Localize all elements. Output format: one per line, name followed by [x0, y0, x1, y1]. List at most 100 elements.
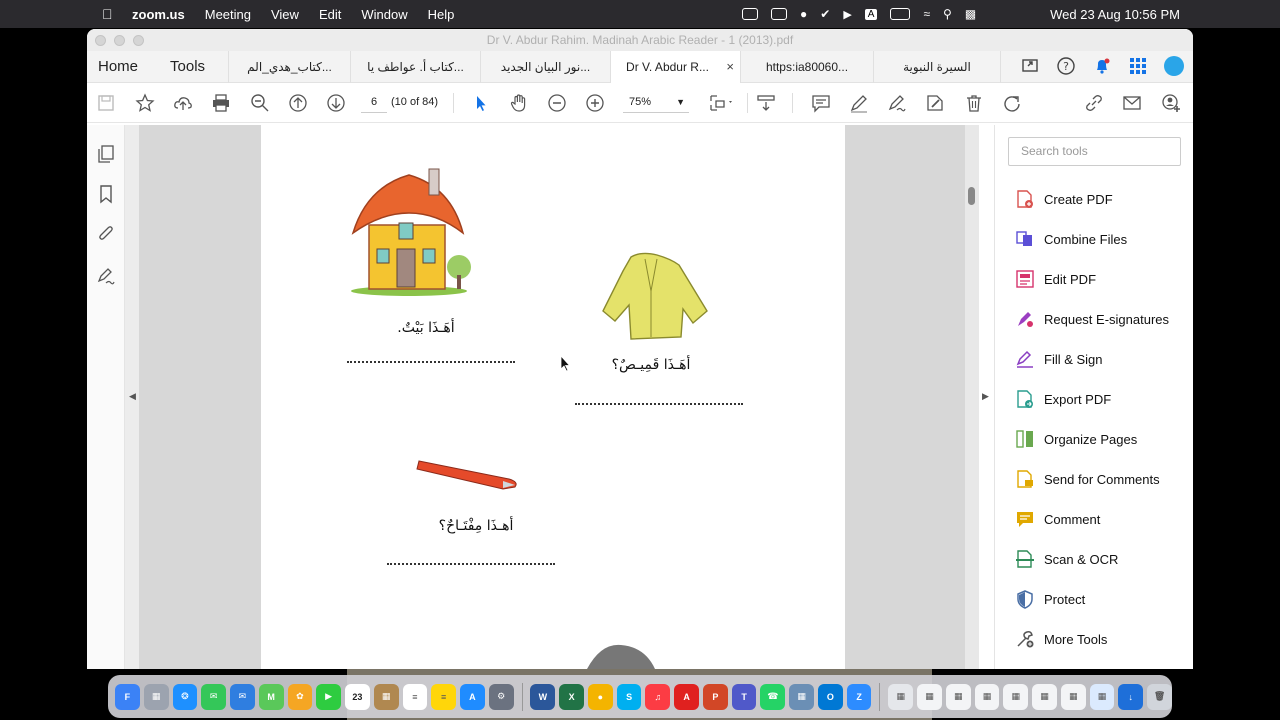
control-center-icon[interactable]: ▩ [965, 7, 976, 21]
hand-tool-icon[interactable] [508, 92, 530, 114]
tool-send-for-comments[interactable]: Send for Comments [1015, 469, 1160, 489]
minimized-window-7[interactable]: ▦ [1060, 683, 1086, 710]
downloads-icon[interactable]: ↓ [1118, 683, 1144, 710]
battery-icon[interactable] [890, 8, 911, 20]
messages-icon[interactable]: ✉ [201, 683, 226, 710]
tool-organize-pages[interactable]: Organize Pages [1015, 429, 1137, 449]
bookmarks-icon[interactable] [95, 183, 117, 205]
tool-scan-ocr[interactable]: Scan & OCR [1015, 549, 1118, 569]
draw-sign-icon[interactable] [886, 92, 908, 114]
facetime-icon[interactable]: ▶ [316, 683, 341, 710]
document-tab-active[interactable]: Dr V. Abdur R... × [610, 50, 740, 83]
app-store-icon[interactable]: A [460, 683, 485, 710]
edit-text-icon[interactable] [924, 92, 946, 114]
maps-icon[interactable]: M [258, 683, 284, 710]
zoom-level-select[interactable]: 75% ▼ [623, 91, 689, 113]
minimized-window-8[interactable]: ▦ [1089, 683, 1115, 710]
avatar[interactable] [1163, 55, 1185, 77]
add-user-icon[interactable] [1160, 92, 1182, 114]
safari-icon[interactable]: ❂ [172, 683, 198, 710]
tool-more-tools[interactable]: More Tools [1015, 629, 1107, 649]
menu-view[interactable]: View [271, 7, 299, 22]
tool-export-pdf[interactable]: Export PDF [1015, 389, 1111, 409]
document-tab-2[interactable]: كتاب أ. عواطف يا... [350, 50, 480, 83]
wifi-signal-icon[interactable]: ≈ [923, 7, 930, 21]
check-icon[interactable]: ✔ [820, 7, 830, 21]
calendar-icon[interactable]: 23 [345, 683, 370, 710]
print-icon[interactable] [210, 92, 232, 114]
finder-icon[interactable]: F [115, 683, 140, 710]
menu-meeting[interactable]: Meeting [205, 7, 251, 22]
notes-icon[interactable]: ≡ [431, 683, 456, 710]
minimized-window-5[interactable]: ▦ [1003, 683, 1029, 710]
skype-icon[interactable]: S [616, 683, 642, 710]
wifi-icon[interactable]: ● [800, 7, 807, 21]
zoom-out-icon[interactable] [546, 92, 568, 114]
powerpoint-icon[interactable]: P [702, 683, 728, 710]
pdf-page[interactable]: أهَـذَا بَيْتٌ. أهَـذَا قَمِيـصٌ؟ أهـذَا… [261, 125, 845, 669]
scroll-mode-icon[interactable] [755, 92, 777, 114]
previous-page-icon[interactable] [287, 92, 309, 114]
collapse-right-pane-icon[interactable]: ▶ [982, 391, 989, 402]
tool-combine-files[interactable]: Combine Files [1015, 229, 1127, 249]
page-number-input[interactable]: 6 [361, 91, 387, 113]
trash-icon[interactable]: 🗑 [1147, 683, 1172, 710]
apps-grid-icon[interactable] [1127, 55, 1149, 77]
acrobat-icon[interactable]: A [674, 683, 699, 710]
tool-fill-sign[interactable]: Fill & Sign [1015, 349, 1103, 369]
menubar-clock[interactable]: Wed 23 Aug 10:56 PM [1050, 7, 1180, 22]
launchpad-icon[interactable]: ▦ [143, 683, 169, 710]
tool-protect[interactable]: Protect [1015, 589, 1085, 609]
next-page-icon[interactable] [325, 92, 347, 114]
fit-page-icon[interactable] [707, 92, 737, 114]
email-icon[interactable] [1121, 92, 1143, 114]
minimized-window-1[interactable]: ▦ [888, 683, 914, 710]
excel-icon[interactable]: X [559, 683, 584, 710]
pages-thumbnail-icon[interactable] [95, 143, 117, 165]
status-icon[interactable] [742, 8, 758, 20]
tool-comment[interactable]: Comment [1015, 509, 1100, 529]
teams-icon[interactable]: T [731, 683, 757, 710]
save-icon[interactable] [95, 92, 117, 114]
whatsapp-icon[interactable]: ☎ [760, 683, 786, 710]
notifications-bell-icon[interactable] [1091, 55, 1113, 77]
bookmark-star-icon[interactable] [134, 92, 156, 114]
document-tab-6[interactable]: السيرة النبوية [873, 50, 1001, 83]
chrome-icon[interactable]: ● [587, 683, 613, 710]
tool-request-esignatures[interactable]: Request E-signatures [1015, 309, 1169, 329]
tools-tab[interactable]: Tools [159, 58, 216, 75]
help-icon[interactable]: ? [1055, 55, 1077, 77]
menu-app-name[interactable]: zoom.us [132, 7, 185, 22]
minimized-window-3[interactable]: ▦ [945, 683, 971, 710]
zoom-icon[interactable]: Z [846, 683, 872, 710]
zoom-out-magnifier-icon[interactable] [249, 92, 271, 114]
minimized-window-6[interactable]: ▦ [1032, 683, 1057, 710]
mail-icon[interactable]: ✉ [230, 683, 255, 710]
highlight-pen-icon[interactable] [848, 92, 870, 114]
outlook-icon[interactable]: O [817, 683, 843, 710]
attachments-paperclip-icon[interactable] [95, 223, 117, 245]
minimized-window-4[interactable]: ▦ [974, 683, 1000, 710]
preview-icon[interactable]: ▦ [789, 683, 814, 710]
close-tab-icon[interactable]: × [726, 59, 734, 74]
music-icon[interactable]: ♫ [645, 683, 671, 710]
input-source-icon[interactable]: A [864, 8, 878, 20]
word-icon[interactable]: W [530, 683, 556, 710]
collapse-left-pane-icon[interactable]: ◀ [129, 391, 136, 402]
spotlight-icon[interactable]: ⚲ [943, 7, 952, 21]
select-cursor-icon[interactable] [470, 92, 492, 114]
rotate-icon[interactable] [1001, 92, 1023, 114]
screen-icon[interactable] [771, 8, 787, 20]
menu-help[interactable]: Help [428, 7, 455, 22]
document-tab-3[interactable]: نور البيان الجديد... [480, 50, 610, 83]
play-icon[interactable]: ▶ [843, 8, 851, 21]
share-screen-icon[interactable] [1019, 55, 1041, 77]
apple-icon[interactable]:  [102, 6, 120, 22]
photos-icon[interactable]: ✿ [287, 683, 313, 710]
tool-create-pdf[interactable]: Create PDF [1015, 189, 1113, 209]
tool-edit-pdf[interactable]: Edit PDF [1015, 269, 1096, 289]
document-tab-5[interactable]: https:ia80060... [740, 50, 873, 83]
home-tab[interactable]: Home [87, 58, 149, 75]
system-settings-icon[interactable]: ⚙ [488, 683, 514, 710]
notes-folder-icon[interactable]: ▦ [373, 683, 399, 710]
